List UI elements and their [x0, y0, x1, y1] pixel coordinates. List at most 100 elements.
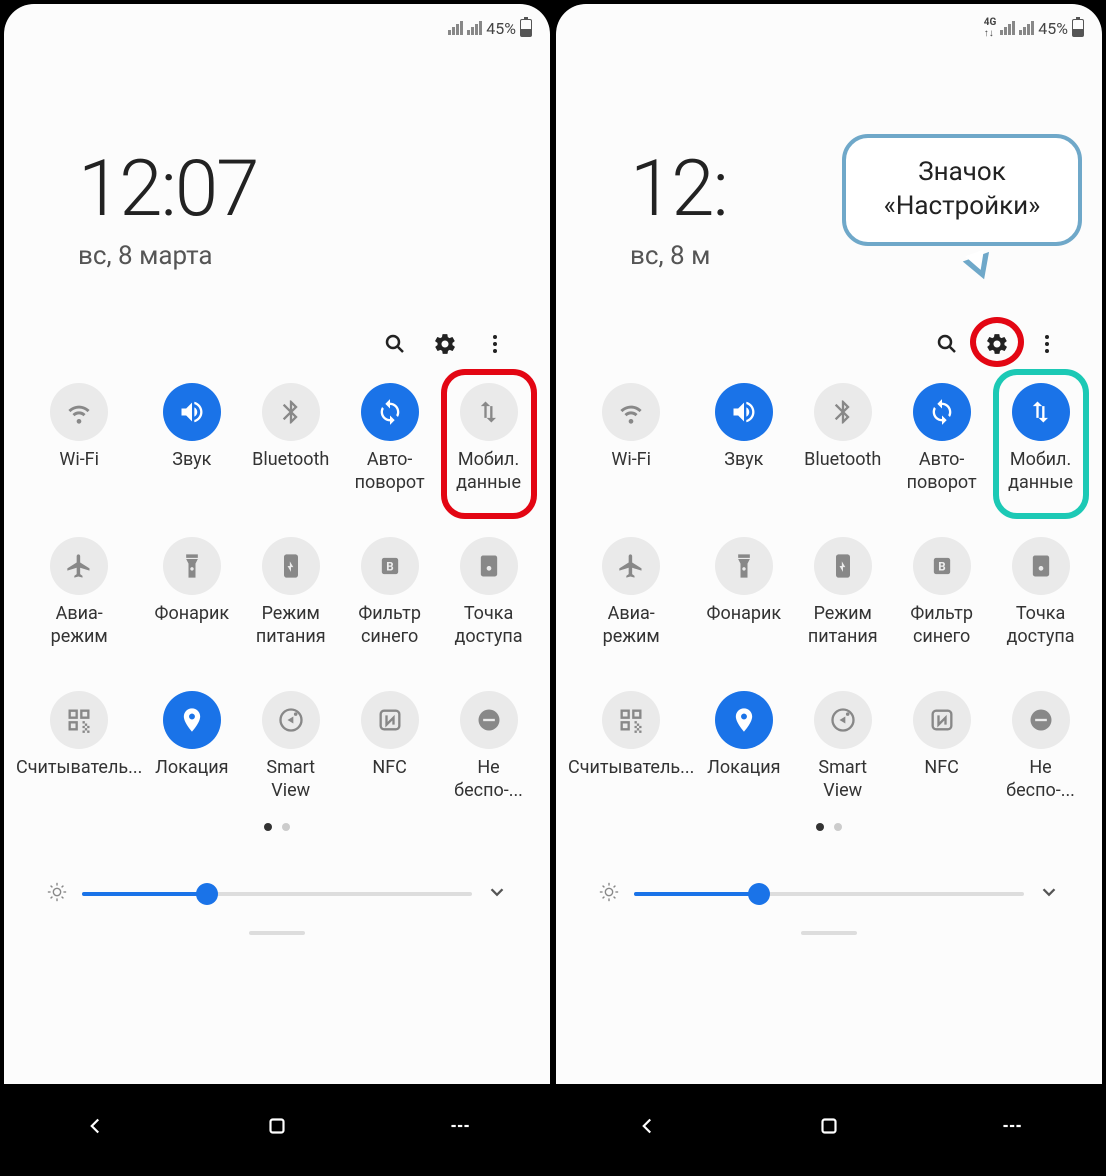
qs-tile-hotspot[interactable]: Точка доступа: [991, 537, 1090, 649]
gear-icon[interactable]: [432, 331, 458, 357]
qs-tile-sound[interactable]: Звук: [694, 383, 793, 495]
qs-tile-airplane[interactable]: Авиа- режим: [16, 537, 142, 649]
nfc-icon: [913, 691, 971, 749]
tile-label: Звук: [724, 449, 763, 495]
qs-tile-data[interactable]: Мобил. данные: [991, 383, 1090, 495]
gear-icon[interactable]: [984, 331, 1010, 357]
qs-tile-data[interactable]: Мобил. данные: [439, 383, 538, 495]
tile-label: Режим питания: [808, 603, 878, 649]
network-4g-icon: 4G↑↓: [984, 17, 997, 39]
qs-tile-bluelight[interactable]: B Фильтр синего: [892, 537, 991, 649]
clock-time: 12:07: [78, 144, 550, 235]
qs-tile-bluelight[interactable]: B Фильтр синего: [340, 537, 439, 649]
battery-percent: 45%: [486, 19, 516, 38]
panel-handle[interactable]: [801, 931, 857, 935]
qs-tile-wifi[interactable]: Wi-Fi: [568, 383, 694, 495]
more-icon[interactable]: [1034, 331, 1060, 357]
power-icon: [262, 537, 320, 595]
date-text: вс, 8 марта: [78, 241, 550, 271]
qs-tile-power[interactable]: Режим питания: [241, 537, 340, 649]
tile-label: Фильтр синего: [910, 603, 973, 649]
torch-icon: [715, 537, 773, 595]
tile-label: Мобил. данные: [456, 449, 521, 495]
status-bar: 4G↑↓ 45%: [556, 4, 1102, 44]
qs-tile-sound[interactable]: Звук: [142, 383, 241, 495]
torch-icon: [163, 537, 221, 595]
phone-frame: 4G↑↓45%12:вс, 8 мWi-FiЗвукBluetoothАвто-…: [556, 4, 1102, 1172]
tile-label: Локация: [155, 757, 228, 803]
bluetooth-icon: [814, 383, 872, 441]
brightness-slider[interactable]: [634, 892, 1024, 896]
back-button[interactable]: [634, 1113, 660, 1143]
brightness-row: [556, 831, 1102, 907]
qs-tile-smartview[interactable]: Smart View: [793, 691, 892, 803]
tile-label: Не беспо-...: [1006, 757, 1075, 803]
qs-tile-smartview[interactable]: Smart View: [241, 691, 340, 803]
phone-frame: 45% 12:07 вс, 8 марта Wi-Fi Звук Bluetooth Авт…: [4, 4, 550, 1172]
qs-tile-rotate[interactable]: Авто- поворот: [340, 383, 439, 495]
qs-tile-hotspot[interactable]: Точка доступа: [439, 537, 538, 649]
brightness-icon: [598, 881, 620, 907]
tile-label: Режим питания: [256, 603, 326, 649]
search-icon[interactable]: [382, 331, 408, 357]
recent-button[interactable]: [998, 1113, 1024, 1143]
qs-tile-nfc[interactable]: NFC: [340, 691, 439, 803]
data-icon: [1012, 383, 1070, 441]
tile-label: Считыватель...: [568, 757, 694, 803]
qr-icon: [50, 691, 108, 749]
nfc-icon: [361, 691, 419, 749]
qs-tile-qr[interactable]: Считыватель...: [568, 691, 694, 803]
bluetooth-icon: [262, 383, 320, 441]
battery-icon: [520, 19, 532, 37]
qs-tile-location[interactable]: Локация: [694, 691, 793, 803]
qs-tile-airplane[interactable]: Авиа- режим: [568, 537, 694, 649]
svg-text:B: B: [386, 560, 393, 574]
battery-icon: [1072, 19, 1084, 37]
qs-tile-qr[interactable]: Считыватель...: [16, 691, 142, 803]
qs-tile-bluetooth[interactable]: Bluetooth: [793, 383, 892, 495]
chevron-down-icon[interactable]: [486, 881, 508, 907]
home-button[interactable]: [816, 1113, 842, 1143]
rotate-icon: [913, 383, 971, 441]
tile-label: Звук: [172, 449, 211, 495]
more-icon[interactable]: [482, 331, 508, 357]
qs-tile-torch[interactable]: Фонарик: [142, 537, 241, 649]
qs-tile-nfc[interactable]: NFC: [892, 691, 991, 803]
tile-label: Локация: [707, 757, 780, 803]
rotate-icon: [361, 383, 419, 441]
qs-tile-wifi[interactable]: Wi-Fi: [16, 383, 142, 495]
annotation-callout: Значок «Настройки»: [842, 134, 1082, 246]
back-button[interactable]: [82, 1113, 108, 1143]
qs-tile-dnd[interactable]: Не беспо-...: [439, 691, 538, 803]
qs-tile-bluetooth[interactable]: Bluetooth: [241, 383, 340, 495]
airplane-icon: [602, 537, 660, 595]
chevron-down-icon[interactable]: [1038, 881, 1060, 907]
tile-label: Фильтр синего: [358, 603, 421, 649]
tile-label: Фонарик: [155, 603, 230, 649]
recent-button[interactable]: [446, 1113, 472, 1143]
qs-tile-location[interactable]: Локация: [142, 691, 241, 803]
qs-tile-rotate[interactable]: Авто- поворот: [892, 383, 991, 495]
page-dot: [834, 823, 842, 831]
qr-icon: [602, 691, 660, 749]
signal-icon: [467, 21, 482, 35]
tile-label: Мобил. данные: [1008, 449, 1073, 495]
brightness-row: [4, 831, 550, 907]
hotspot-icon: [460, 537, 518, 595]
qs-tile-power[interactable]: Режим питания: [793, 537, 892, 649]
tile-label: Авто- поворот: [355, 449, 425, 495]
qs-tile-dnd[interactable]: Не беспо-...: [991, 691, 1090, 803]
home-button[interactable]: [264, 1113, 290, 1143]
tile-label: Wi-Fi: [59, 449, 99, 495]
bluelight-icon: B: [913, 537, 971, 595]
tile-label: Smart View: [266, 757, 315, 803]
quick-settings-grid: Wi-Fi Звук Bluetooth Авто- поворот Мобил. да…: [4, 357, 550, 803]
brightness-slider[interactable]: [82, 892, 472, 896]
screen: 45% 12:07 вс, 8 марта Wi-Fi Звук Bluetooth Авт…: [4, 4, 550, 1084]
qs-tile-torch[interactable]: Фонарик: [694, 537, 793, 649]
panel-handle[interactable]: [249, 931, 305, 935]
status-bar: 45%: [4, 4, 550, 44]
battery-percent: 45%: [1038, 19, 1068, 38]
tile-label: Smart View: [818, 757, 867, 803]
search-icon[interactable]: [934, 331, 960, 357]
